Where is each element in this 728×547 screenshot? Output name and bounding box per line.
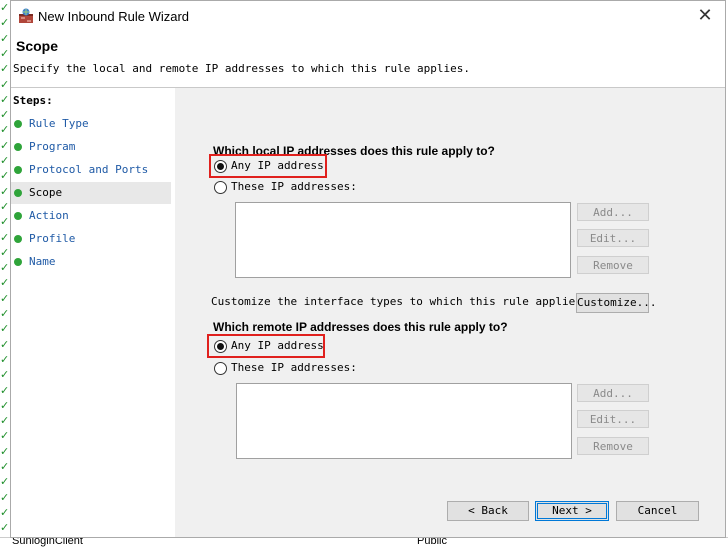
page-header: Scope Specify the local and remote IP ad… bbox=[11, 32, 725, 88]
check-icon: ✓ bbox=[0, 460, 10, 473]
close-icon: ✕ bbox=[697, 5, 713, 26]
local-ip-list[interactable] bbox=[235, 202, 571, 278]
check-icon: ✓ bbox=[0, 246, 10, 259]
interface-types-label: Customize the interface types to which t… bbox=[211, 295, 589, 308]
radio-unselected-icon bbox=[214, 362, 227, 375]
check-icon: ✓ bbox=[0, 108, 10, 121]
check-icon: ✓ bbox=[0, 506, 10, 519]
customize-button[interactable]: Customize... bbox=[576, 293, 656, 313]
firewall-rule-icon bbox=[19, 8, 33, 23]
step-bullet-icon bbox=[14, 166, 22, 174]
step-label: Profile bbox=[29, 232, 76, 245]
step-label: Action bbox=[29, 209, 69, 222]
check-icon: ✓ bbox=[0, 429, 10, 442]
check-icon: ✓ bbox=[0, 445, 10, 458]
check-icon: ✓ bbox=[0, 261, 10, 274]
step-bullet-icon bbox=[14, 120, 22, 128]
local-edit-button[interactable]: Edit... bbox=[577, 229, 649, 247]
scope-content: Which local IP addresses does this rule … bbox=[175, 88, 725, 537]
check-icon: ✓ bbox=[0, 292, 10, 305]
check-icon: ✓ bbox=[0, 307, 10, 320]
local-add-button[interactable]: Add... bbox=[577, 203, 649, 221]
check-icon: ✓ bbox=[0, 399, 10, 412]
local-any-ip-label: Any IP address bbox=[231, 159, 324, 172]
check-icon: ✓ bbox=[0, 169, 10, 182]
check-icon: ✓ bbox=[0, 200, 10, 213]
step-bullet-icon bbox=[14, 258, 22, 266]
step-label: Name bbox=[29, 255, 56, 268]
check-icon: ✓ bbox=[0, 139, 10, 152]
check-icon: ✓ bbox=[0, 154, 10, 167]
check-icon: ✓ bbox=[0, 521, 10, 534]
step-bullet-icon bbox=[14, 235, 22, 243]
next-button[interactable]: Next > bbox=[535, 501, 609, 521]
page-description: Specify the local and remote IP addresse… bbox=[13, 62, 470, 75]
check-icon: ✓ bbox=[0, 1, 10, 14]
check-icon: ✓ bbox=[0, 62, 10, 75]
remote-ip-question: Which remote IP addresses does this rule… bbox=[213, 320, 508, 334]
radio-selected-icon bbox=[214, 160, 227, 173]
step-bullet-icon bbox=[14, 212, 22, 220]
remote-edit-button[interactable]: Edit... bbox=[577, 410, 649, 428]
check-icon: ✓ bbox=[0, 414, 10, 427]
radio-selected-icon bbox=[214, 340, 227, 353]
steps-panel: Steps: Rule Type Program Protocol and Po… bbox=[11, 88, 175, 537]
remote-ip-list[interactable] bbox=[236, 383, 572, 459]
cancel-button[interactable]: Cancel bbox=[616, 501, 699, 521]
window-title: New Inbound Rule Wizard bbox=[38, 9, 190, 24]
step-bullet-icon bbox=[14, 143, 22, 151]
local-these-ip-label: These IP addresses: bbox=[231, 180, 357, 193]
steps-title: Steps: bbox=[13, 94, 53, 107]
check-icon: ✓ bbox=[0, 215, 10, 228]
close-button[interactable]: ✕ bbox=[685, 1, 725, 31]
check-icon: ✓ bbox=[0, 47, 10, 60]
check-icon: ✓ bbox=[0, 185, 10, 198]
check-icon: ✓ bbox=[0, 123, 10, 136]
remote-any-ip-label: Any IP address bbox=[231, 339, 324, 352]
check-icon: ✓ bbox=[0, 322, 10, 335]
radio-unselected-icon bbox=[214, 181, 227, 194]
local-remove-button[interactable]: Remove bbox=[577, 256, 649, 274]
check-icon: ✓ bbox=[0, 475, 10, 488]
check-icon: ✓ bbox=[0, 353, 10, 366]
step-rule-type[interactable]: Rule Type bbox=[11, 113, 171, 135]
check-icon: ✓ bbox=[0, 93, 10, 106]
step-label: Program bbox=[29, 140, 76, 153]
step-program[interactable]: Program bbox=[11, 136, 171, 158]
page-title: Scope bbox=[16, 38, 59, 54]
title-bar: New Inbound Rule Wizard ✕ bbox=[11, 1, 725, 32]
back-button[interactable]: < Back bbox=[447, 501, 529, 521]
check-icon: ✓ bbox=[0, 276, 10, 289]
step-label: Rule Type bbox=[29, 117, 89, 130]
remote-add-button[interactable]: Add... bbox=[577, 384, 649, 402]
step-label: Scope bbox=[29, 186, 63, 199]
remote-these-ip-label: These IP addresses: bbox=[231, 361, 357, 374]
step-label: Protocol and Ports bbox=[29, 163, 149, 176]
step-scope[interactable]: Scope bbox=[11, 182, 171, 204]
check-icon: ✓ bbox=[0, 78, 10, 91]
check-icon: ✓ bbox=[0, 338, 10, 351]
step-protocol-and-ports[interactable]: Protocol and Ports bbox=[11, 159, 171, 181]
check-icon: ✓ bbox=[0, 231, 10, 244]
wizard-window: New Inbound Rule Wizard ✕ Scope Specify … bbox=[10, 0, 726, 538]
step-bullet-icon bbox=[14, 189, 22, 197]
step-action[interactable]: Action bbox=[11, 205, 171, 227]
remote-remove-button[interactable]: Remove bbox=[577, 437, 649, 455]
check-icon: ✓ bbox=[0, 368, 10, 381]
check-icon: ✓ bbox=[0, 491, 10, 504]
check-icon: ✓ bbox=[0, 32, 10, 45]
step-name[interactable]: Name bbox=[11, 251, 171, 273]
step-profile[interactable]: Profile bbox=[11, 228, 171, 250]
check-icon: ✓ bbox=[0, 16, 10, 29]
check-icon: ✓ bbox=[0, 384, 10, 397]
background-checkmark-column: ✓ ✓ ✓ ✓ ✓ ✓ ✓ ✓ ✓ ✓ ✓ ✓ ✓ ✓ ✓ ✓ ✓ ✓ ✓ ✓ ✓ ✓ ✓ ✓ ✓ ✓ ✓ ✓ ✓ ✓ ✓ ✓ ✓ ✓ ✓ bbox=[0, 0, 10, 546]
